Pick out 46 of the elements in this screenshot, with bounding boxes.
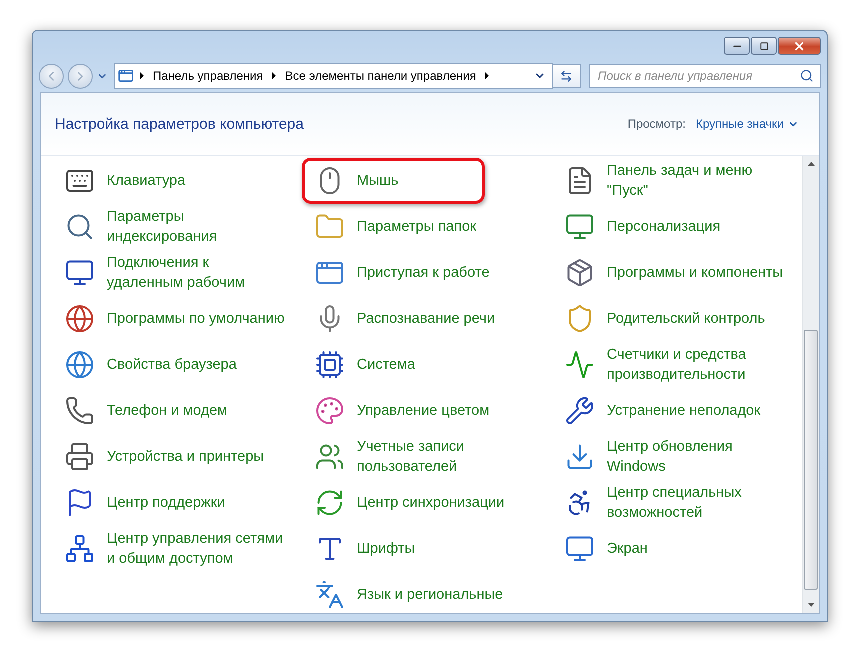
breadcrumb[interactable]: Панель управления: [148, 69, 268, 83]
control-panel-item[interactable]: Устройства и принтеры: [52, 434, 305, 480]
maximize-icon: [760, 42, 768, 50]
maximize-button[interactable]: [751, 37, 777, 55]
page-heading: Настройка параметров компьютера: [55, 116, 304, 132]
control-panel-item[interactable]: Экран: [552, 526, 802, 572]
control-panel-item[interactable]: Подключения к удаленным рабочим: [52, 250, 305, 296]
control-panel-item[interactable]: Панель задач и меню "Пуск": [552, 158, 802, 204]
view-dropdown[interactable]: Крупные значки: [696, 117, 799, 131]
scrollbar[interactable]: [802, 156, 819, 613]
control-panel-item[interactable]: Управление цветом: [302, 388, 555, 434]
view-label: Просмотр:: [628, 117, 686, 131]
control-panel-item[interactable]: Программы по умолчанию: [52, 296, 305, 342]
control-panel-item[interactable]: Счетчики и средства производительности: [552, 342, 802, 388]
control-panel-item[interactable]: Параметры индексирования: [52, 204, 305, 250]
refresh-icon: [560, 70, 573, 82]
control-panel-item[interactable]: Мышь: [302, 158, 485, 204]
control-panel-item[interactable]: Параметры папок: [302, 204, 555, 250]
search-icon[interactable]: [800, 69, 814, 83]
search-box[interactable]: Поиск в панели управления: [589, 64, 821, 88]
control-panel-item[interactable]: Центр управления сетями и общим доступом: [52, 526, 305, 572]
control-panel-item[interactable]: Язык и региональные: [302, 572, 555, 613]
control-panel-item[interactable]: Устранение неполадок: [552, 388, 802, 434]
breadcrumb[interactable]: Все элементы панели управления: [280, 69, 482, 83]
control-panel-item[interactable]: Клавиатура: [52, 158, 305, 204]
close-button[interactable]: [778, 37, 821, 55]
control-panel-item[interactable]: Распознавание речи: [302, 296, 555, 342]
control-panel-item[interactable]: Учетные записи пользователей: [302, 434, 555, 480]
close-icon: [793, 40, 806, 52]
control-panel-item[interactable]: Центр синхронизации: [302, 480, 555, 526]
control-panel-item[interactable]: Программы и компоненты: [552, 250, 802, 296]
control-panel-item[interactable]: Телефон и модем: [52, 388, 305, 434]
minimize-button[interactable]: [724, 37, 750, 55]
control-panel-item[interactable]: Система: [302, 342, 555, 388]
control-panel-item[interactable]: Центр специальных возможностей: [552, 480, 802, 526]
control-panel-item[interactable]: Центр поддержки: [52, 480, 305, 526]
control-panel-item[interactable]: Шрифты: [302, 526, 555, 572]
search-field[interactable]: Поиск в панели управления: [596, 68, 800, 84]
control-panel-item[interactable]: Персонализация: [552, 204, 802, 250]
control-panel-item[interactable]: Центр обновления Windows: [552, 434, 802, 480]
control-panel-item[interactable]: Свойства браузера: [52, 342, 305, 388]
scroll-thumb[interactable]: [804, 330, 818, 590]
refresh-button[interactable]: [553, 64, 581, 88]
control-panel-item[interactable]: Приступая к работе: [302, 250, 555, 296]
control-panel-item[interactable]: Родительский контроль: [552, 296, 802, 342]
address-bar[interactable]: Панель управления Все элементы панели управления: [114, 63, 553, 89]
